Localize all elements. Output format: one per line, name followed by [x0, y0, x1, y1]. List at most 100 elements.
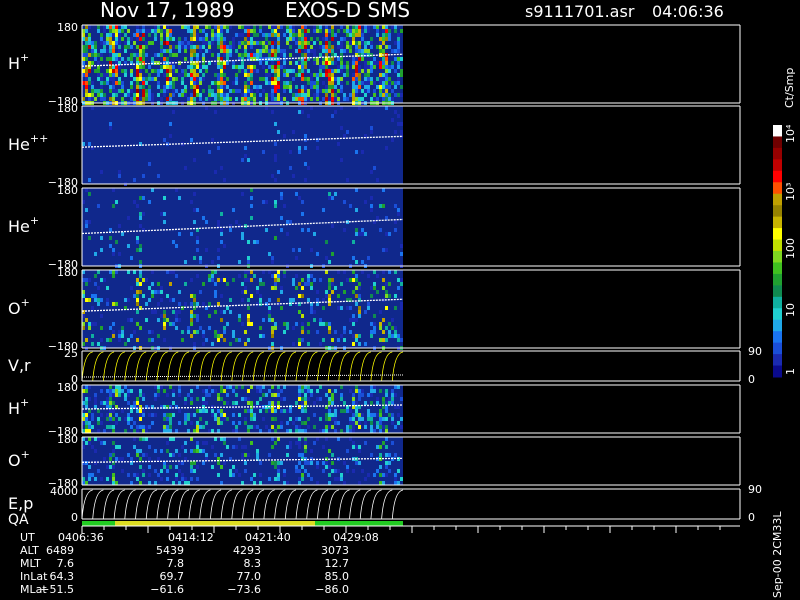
heatmap-cell: [94, 89, 97, 93]
heatmap-cell: [247, 93, 250, 97]
heatmap-cell: [142, 174, 145, 178]
heatmap-cell: [253, 29, 256, 33]
heatmap-cell: [325, 85, 328, 89]
heatmap-cell: [106, 69, 109, 73]
heatmap-cell: [298, 385, 301, 389]
heatmap-cell: [259, 278, 262, 282]
heatmap-cell: [307, 97, 310, 101]
heatmap-cell: [97, 270, 100, 274]
heatmap-cell: [274, 77, 277, 81]
heatmap-cell: [130, 334, 133, 338]
heatmap-cell: [193, 220, 196, 224]
heatmap-cell: [277, 25, 280, 29]
heatmap-cell: [238, 65, 241, 69]
heatmap-cell: [277, 81, 280, 85]
heatmap-cell: [298, 29, 301, 33]
heatmap-cell: [289, 441, 292, 445]
heatmap-cell: [277, 77, 280, 81]
heatmap-cell: [373, 322, 376, 326]
heatmap-cell: [151, 97, 154, 101]
heatmap-cell: [280, 389, 283, 393]
heatmap-cell: [307, 93, 310, 97]
time-row-value: 3073: [321, 544, 349, 557]
heatmap-cell: [364, 93, 367, 97]
heatmap-cell: [220, 421, 223, 425]
heatmap-cell: [160, 69, 163, 73]
heatmap-cell: [298, 429, 301, 433]
heatmap-cell: [385, 282, 388, 286]
heatmap-cell: [382, 286, 385, 290]
heatmap-cell: [292, 298, 295, 302]
heatmap-cell: [136, 73, 139, 77]
heatmap-cell: [298, 49, 301, 53]
heatmap-cell: [301, 477, 304, 481]
heatmap-cell: [217, 473, 220, 477]
heatmap-cell: [181, 73, 184, 77]
heatmap-cell: [223, 45, 226, 49]
heatmap-cell: [316, 290, 319, 294]
heatmap-cell: [208, 150, 211, 154]
heatmap-cell: [355, 421, 358, 425]
heatmap-cell: [382, 338, 385, 342]
heatmap-cell: [364, 77, 367, 81]
heatmap-cell: [235, 220, 238, 224]
heatmap-cell: [226, 29, 229, 33]
heatmap-cell: [256, 57, 259, 61]
heatmap-cell: [286, 429, 289, 433]
heatmap-cell: [223, 53, 226, 57]
heatmap-cell: [85, 29, 88, 33]
heatmap-cell: [160, 298, 163, 302]
heatmap-cell: [127, 29, 130, 33]
heatmap-cell: [91, 41, 94, 45]
colorbar-segment: [773, 125, 782, 137]
heatmap-cell: [277, 437, 280, 441]
heatmap-cell: [85, 441, 88, 445]
heatmap-cell: [358, 69, 361, 73]
heatmap-cell: [322, 65, 325, 69]
heatmap-cell: [91, 445, 94, 449]
heatmap-cell: [145, 45, 148, 49]
heatmap-cell: [301, 286, 304, 290]
heatmap-cell: [121, 469, 124, 473]
vr-right-bottom: 0: [748, 373, 755, 386]
heatmap-cell: [379, 473, 382, 477]
heatmap-cell: [169, 298, 172, 302]
heatmap-cell: [346, 130, 349, 134]
heatmap-cell: [214, 413, 217, 417]
heatmap-cell: [268, 25, 271, 29]
heatmap-cell: [109, 126, 112, 130]
heatmap-cell: [193, 81, 196, 85]
heatmap-cell: [352, 445, 355, 449]
heatmap-cell: [298, 477, 301, 481]
heatmap-cell: [106, 77, 109, 81]
heatmap-cell: [229, 310, 232, 314]
heatmap-cell: [331, 397, 334, 401]
heatmap-cell: [163, 310, 166, 314]
heatmap-cell: [247, 314, 250, 318]
heatmap-cell: [346, 465, 349, 469]
heatmap-cell: [352, 240, 355, 244]
heatmap-cell: [382, 81, 385, 85]
heatmap-cell: [319, 385, 322, 389]
heatmap-cell: [301, 429, 304, 433]
heatmap-cell: [367, 393, 370, 397]
heatmap-cell: [322, 469, 325, 473]
heatmap-cell: [220, 97, 223, 101]
heatmap-cell: [199, 97, 202, 101]
heatmap-cell: [220, 310, 223, 314]
heatmap-cell: [205, 248, 208, 252]
heatmap-cell: [91, 334, 94, 338]
heatmap-cell: [229, 45, 232, 49]
heatmap-cell: [97, 77, 100, 81]
heatmap-cell: [265, 393, 268, 397]
heatmap-cell: [346, 49, 349, 53]
heatmap-cell: [250, 385, 253, 389]
heatmap-cell: [100, 97, 103, 101]
heatmap-cell: [196, 81, 199, 85]
heatmap-cell: [145, 453, 148, 457]
heatmap-cell: [196, 25, 199, 29]
heatmap-cell: [199, 256, 202, 260]
heatmap-cell: [394, 110, 397, 114]
heatmap-cell: [169, 85, 172, 89]
heatmap-cell: [310, 248, 313, 252]
